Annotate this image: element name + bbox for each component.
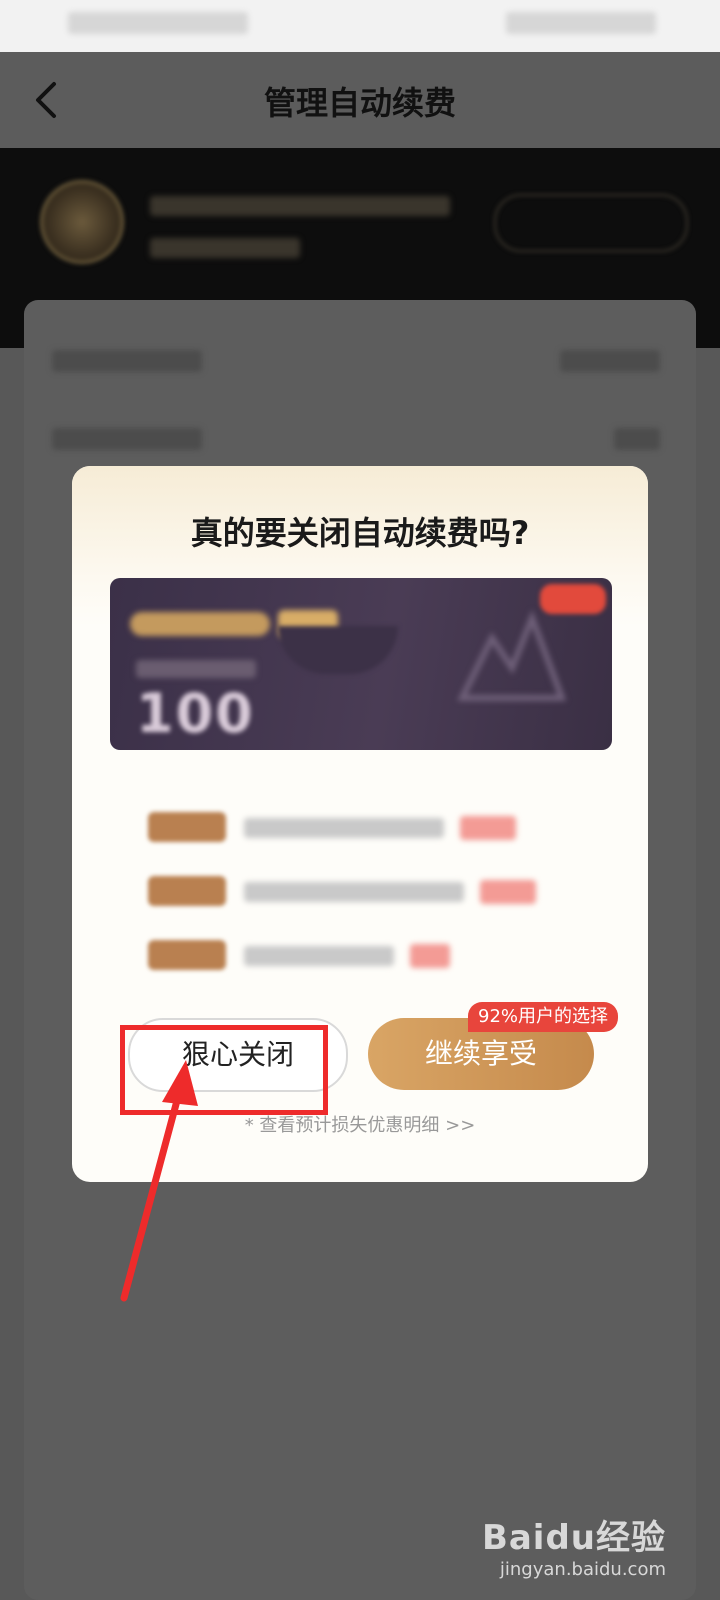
benefit-saving — [460, 816, 516, 840]
watermark-logo: Baidu经验 — [481, 1518, 666, 1558]
dialog-title: 真的要关闭自动续费吗? — [190, 514, 530, 552]
benefit-item — [148, 806, 568, 846]
page-title: 管理自动续费 — [263, 84, 456, 122]
benefit-text — [244, 946, 394, 966]
vip-card-label — [130, 612, 270, 636]
bg-row — [560, 350, 660, 372]
bg-row — [52, 350, 202, 372]
benefit-tag — [148, 812, 226, 842]
nav-bar: 管理自动续费 — [0, 52, 720, 148]
benefit-item — [148, 870, 568, 910]
benefit-tag — [148, 940, 226, 970]
choice-badge: 92%用户的选择 — [468, 1002, 619, 1032]
watermark: Baidu经验 jingyan.baidu.com — [482, 1510, 666, 1580]
vip-card-subtitle — [136, 660, 256, 678]
member-action-button[interactable] — [494, 194, 688, 252]
annotation-highlight-box — [120, 1025, 328, 1115]
benefit-item — [148, 934, 568, 974]
member-name-blurred — [150, 196, 450, 216]
bg-row — [52, 428, 202, 450]
member-info-blurred — [150, 238, 300, 258]
member-avatar — [40, 180, 124, 264]
benefit-saving — [410, 944, 450, 968]
watermark-url: jingyan.baidu.com — [499, 1559, 666, 1580]
benefit-saving — [480, 880, 536, 904]
bg-row — [614, 428, 660, 450]
status-bar — [0, 0, 720, 52]
benefit-text — [244, 818, 444, 838]
carrier-info — [68, 12, 248, 34]
vip-card-amount: 100 — [136, 682, 255, 745]
crown-decoration-icon — [457, 609, 567, 701]
benefit-tag — [148, 876, 226, 906]
benefit-text — [244, 882, 464, 902]
status-icons — [506, 12, 656, 34]
